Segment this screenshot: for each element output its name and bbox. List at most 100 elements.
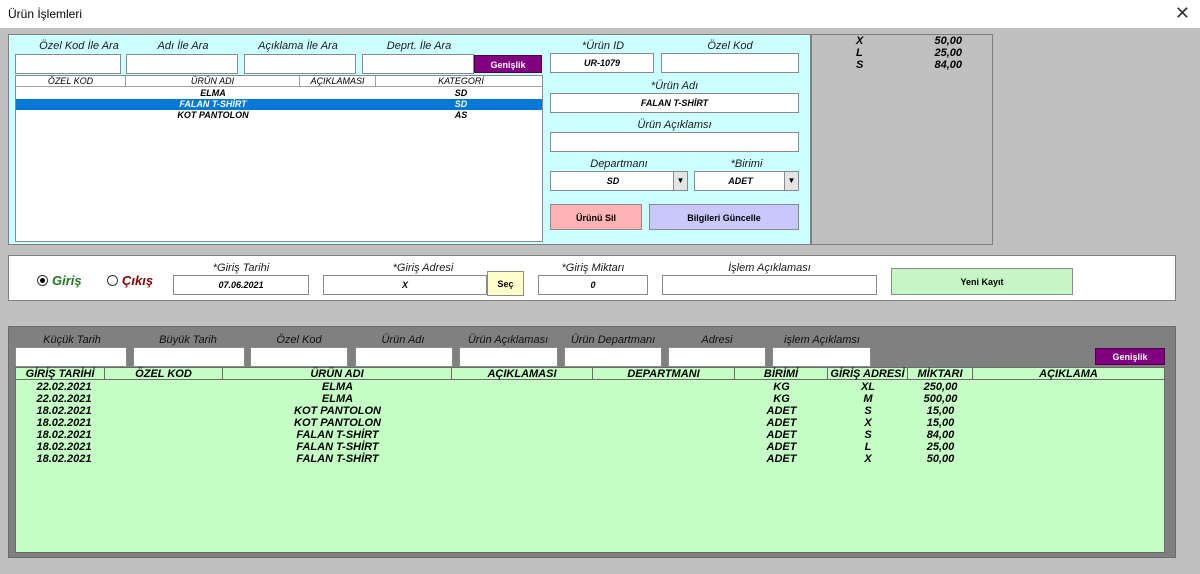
new-record-button[interactable]: Yeni Kayıt (891, 268, 1073, 295)
update-info-button[interactable]: Bilgileri Güncelle (649, 204, 799, 230)
cell-qty: 15,00 (926, 405, 955, 417)
cell-unit: KG (773, 393, 790, 405)
radio-in-icon[interactable] (37, 275, 48, 286)
expand-button-top[interactable]: Genişlik (474, 55, 542, 73)
table-row[interactable]: 18.02.2021 FALAN T-SHİRT ADET X 50,00 (16, 453, 1164, 465)
close-icon[interactable]: ✕ (1175, 3, 1190, 24)
cell-qty: 84,00 (926, 429, 955, 441)
grid-header: GİRİŞ TARİHİ ÖZEL KOD ÜRÜN ADI AÇIKLAMAS… (16, 368, 1164, 380)
cell-name: ELMA (321, 393, 354, 405)
radio-out[interactable]: Çıkış (107, 273, 153, 288)
table-row[interactable]: 22.02.2021 ELMA KG M 500,00 (16, 393, 1164, 405)
entry-address-field[interactable]: X (323, 275, 487, 295)
search-code-label: Özel Kod İle Ara (39, 40, 119, 52)
header-kategori: KATEGORİ (438, 76, 484, 86)
stock-qty: 50,00 (934, 35, 962, 47)
chevron-down-icon[interactable]: ▼ (673, 172, 687, 190)
header-aciklamasi: AÇIKLAMASI (300, 76, 376, 87)
movements-grid[interactable]: GİRİŞ TARİHİ ÖZEL KOD ÜRÜN ADI AÇIKLAMAS… (15, 367, 1165, 553)
radio-in-label: Giriş (52, 273, 82, 288)
table-row[interactable]: 22.02.2021 ELMA KG XL 250,00 (16, 381, 1164, 393)
filter-name-input[interactable] (355, 347, 453, 367)
search-name-input[interactable] (126, 54, 238, 74)
unit-select[interactable]: ADET ▼ (694, 171, 799, 191)
list-item-cat: AS (454, 110, 468, 120)
entry-note-field[interactable] (662, 275, 877, 295)
movements-panel: Küçük Tarih Büyük Tarih Özel Kod Ürün Ad… (8, 326, 1176, 558)
col-description: AÇIKLAMASI (452, 368, 593, 380)
col-department: DEPARTMANI (593, 368, 735, 380)
delete-product-button[interactable]: Ürünü Sil (550, 204, 642, 230)
search-dept-label: Deprt. İle Ara (386, 40, 452, 52)
filter-address-label: Adresi (701, 334, 733, 346)
cell-qty: 500,00 (923, 393, 958, 405)
col-note: AÇIKLAMA (1039, 368, 1098, 380)
department-label: Departmanı (590, 158, 648, 170)
cell-date: 18.02.2021 (36, 405, 92, 417)
list-item[interactable]: KOT PANTOLON AS (16, 110, 542, 121)
filter-max-date-input[interactable] (133, 347, 245, 367)
entry-note-label: İşlem Açıklaması (728, 262, 811, 274)
radio-out-icon[interactable] (107, 275, 118, 286)
cell-address: XL (860, 381, 876, 393)
list-item[interactable]: ELMA SD (16, 88, 542, 99)
entry-panel: Giriş Çıkış *Giriş Tarihi 07.06.2021 *Gi… (8, 255, 1176, 301)
table-row[interactable]: 18.02.2021 FALAN T-SHİRT ADET S 84,00 (16, 429, 1164, 441)
filter-min-date-input[interactable] (15, 347, 127, 367)
expand-button-bottom[interactable]: Genişlik (1095, 348, 1165, 365)
cell-qty: 50,00 (926, 453, 955, 465)
cell-date: 22.02.2021 (36, 393, 92, 405)
department-value: SD (606, 176, 620, 186)
radio-out-label: Çıkış (122, 273, 154, 288)
table-row[interactable]: 18.02.2021 FALAN T-SHİRT ADET L 25,00 (16, 441, 1164, 453)
search-desc-input[interactable] (244, 54, 356, 74)
chevron-down-icon[interactable]: ▼ (784, 172, 798, 190)
stock-size: L (856, 47, 863, 59)
filter-name-label: Ürün Adı (381, 334, 425, 346)
col-entry-date: GİRİŞ TARİHİ (16, 368, 105, 380)
col-unit: BİRİMİ (735, 368, 828, 380)
search-code-input[interactable] (15, 54, 121, 74)
stock-qty: 84,00 (934, 59, 962, 71)
header-urun-adi: ÜRÜN ADI (126, 76, 300, 87)
cell-unit: ADET (766, 405, 797, 417)
entry-date-label: *Giriş Tarihi (212, 262, 270, 274)
col-product-name: ÜRÜN ADI (223, 368, 452, 380)
cell-date: 18.02.2021 (36, 417, 92, 429)
cell-date: 22.02.2021 (36, 381, 92, 393)
department-select[interactable]: SD ▼ (550, 171, 688, 191)
select-address-button[interactable]: Seç (487, 271, 524, 296)
cell-address: S (864, 429, 872, 441)
cell-address: S (864, 405, 872, 417)
radio-in[interactable]: Giriş (37, 273, 82, 288)
special-code-field[interactable] (661, 53, 799, 73)
list-item-name: ELMA (200, 88, 226, 98)
cell-date: 18.02.2021 (36, 453, 92, 465)
filter-code-input[interactable] (250, 347, 348, 367)
filter-desc-input[interactable] (459, 347, 558, 367)
filter-note-input[interactable] (772, 347, 871, 367)
cell-name: KOT PANTOLON (294, 405, 381, 417)
client-area: Özel Kod İle Ara Adı İle Ara Açıklama İl… (0, 28, 1200, 574)
title-bar: Ürün İşlemleri ✕ (0, 0, 1200, 28)
table-row[interactable]: 18.02.2021 KOT PANTOLON ADET X 15,00 (16, 417, 1164, 429)
list-item-selected[interactable]: FALAN T-SHİRT SD (16, 99, 542, 110)
table-row[interactable]: 18.02.2021 KOT PANTOLON ADET S 15,00 (16, 405, 1164, 417)
cell-qty: 25,00 (926, 441, 955, 453)
cell-address: X (864, 453, 872, 465)
product-listbox[interactable]: ÖZEL KOD ÜRÜN ADI AÇIKLAMASI KATEGORİ EL… (15, 75, 543, 242)
entry-date-field[interactable]: 07.06.2021 (173, 275, 309, 295)
entry-qty-field[interactable]: 0 (538, 275, 648, 295)
search-dept-input[interactable] (362, 54, 474, 74)
product-id-field[interactable]: UR-1079 (550, 53, 654, 73)
search-desc-label: Açıklama İle Ara (258, 40, 338, 52)
cell-name: FALAN T-SHİRT (296, 453, 379, 465)
filter-address-input[interactable] (668, 347, 766, 367)
product-name-field[interactable]: FALAN T-SHİRT (550, 93, 799, 113)
special-code-label: Özel Kod (707, 40, 753, 52)
stock-size: X (856, 35, 864, 47)
filter-dept-input[interactable] (564, 347, 662, 367)
cell-name: FALAN T-SHİRT (296, 441, 379, 453)
list-item-name: FALAN T-SHİRT (179, 99, 247, 109)
product-desc-field[interactable] (550, 132, 799, 152)
